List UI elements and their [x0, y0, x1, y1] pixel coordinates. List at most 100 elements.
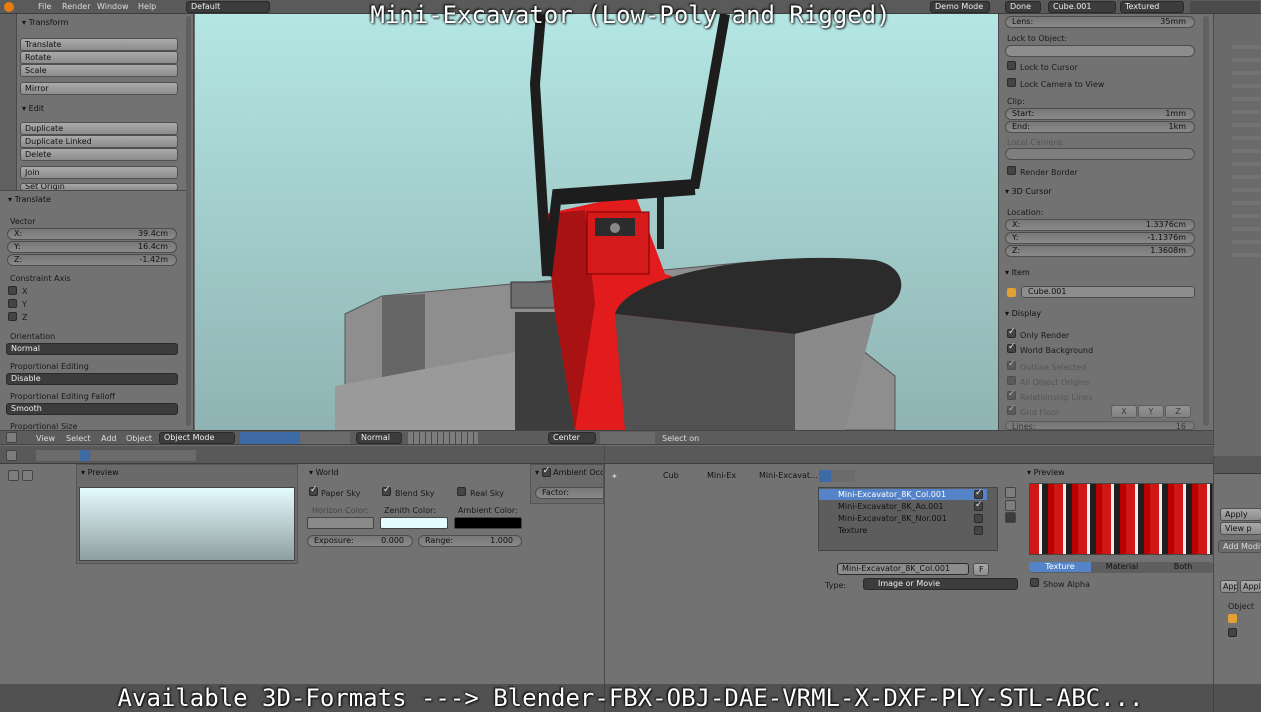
falloff-select[interactable]: Smooth: [6, 403, 178, 415]
texture-type-select[interactable]: Image or Movie: [863, 578, 1018, 590]
slot-move-up-icon[interactable]: [1005, 487, 1016, 498]
new-world-icon[interactable]: [8, 470, 19, 481]
grid-x-toggle[interactable]: X: [1111, 405, 1137, 418]
grid-floor-checkbox[interactable]: [1007, 404, 1016, 415]
world-editor-icon[interactable]: [6, 450, 17, 461]
lock-camera-checkbox[interactable]: [1007, 78, 1016, 87]
menu-add[interactable]: Add: [101, 434, 117, 443]
slot-enable-checkbox[interactable]: [974, 500, 983, 511]
texture-slot-list[interactable]: Mini-Excavator_8K_Col.001 Mini-Excavator…: [818, 487, 998, 551]
cursor-header[interactable]: ▾ 3D Cursor: [1005, 187, 1052, 196]
breadcrumb-material[interactable]: Mini-Ex: [707, 471, 736, 480]
editor-type-icon[interactable]: [6, 432, 17, 443]
world-background-checkbox[interactable]: [1007, 342, 1016, 353]
slot-enable-checkbox[interactable]: [974, 526, 983, 535]
translate-button[interactable]: Translate: [20, 38, 178, 51]
exposure-field[interactable]: Exposure: 0.000: [307, 535, 413, 547]
shading-icons[interactable]: [240, 432, 350, 444]
cursor-x-field[interactable]: X: 1.3376cm: [1005, 219, 1195, 231]
delete-button[interactable]: Delete: [20, 148, 178, 161]
operator-header[interactable]: ▾ Translate: [8, 195, 51, 204]
clip-start-field[interactable]: Start: 1mm: [1005, 108, 1195, 120]
orientation-select[interactable]: Normal: [6, 343, 178, 355]
world-context-icons[interactable]: [36, 450, 196, 461]
paper-sky-checkbox[interactable]: [309, 485, 318, 496]
texture-slot-item[interactable]: Mini-Excavator_8K_Col.001: [819, 489, 987, 500]
breadcrumb-texture[interactable]: Mini-Excavat...: [759, 471, 818, 480]
constraint-z-checkbox[interactable]: [8, 312, 17, 321]
tool-shelf-scrollbar[interactable]: [186, 16, 191, 426]
modifier-checkbox[interactable]: [1228, 628, 1237, 637]
grid-lines-field[interactable]: Lines: 16: [1005, 421, 1195, 430]
relationship-lines-checkbox[interactable]: [1007, 389, 1016, 400]
texture-preview-header[interactable]: ▾ Preview: [1027, 468, 1065, 477]
pin-icon[interactable]: ✦: [611, 472, 618, 481]
join-button[interactable]: Join: [20, 166, 178, 179]
render-border-checkbox[interactable]: [1007, 166, 1016, 175]
tab-texture[interactable]: Texture: [1029, 562, 1091, 572]
cursor-z-field[interactable]: Z: 1.3608m: [1005, 245, 1195, 257]
slot-move-down-icon[interactable]: [1005, 500, 1016, 511]
grid-y-toggle[interactable]: Y: [1138, 405, 1164, 418]
vector-z-field[interactable]: Z: -1.42m: [7, 254, 177, 266]
texture-slot-item[interactable]: Texture: [819, 525, 987, 536]
ao-checkbox[interactable]: [541, 466, 551, 477]
constraint-x-checkbox[interactable]: [8, 286, 17, 295]
transform-orientation-select[interactable]: Normal: [356, 432, 402, 444]
edit-header[interactable]: ▾ Edit: [22, 104, 44, 113]
lock-object-field[interactable]: [1005, 45, 1195, 57]
local-camera-field[interactable]: [1005, 148, 1195, 160]
ambient-color-swatch[interactable]: [454, 517, 522, 529]
zenith-color-swatch[interactable]: [380, 517, 448, 529]
scale-button[interactable]: Scale: [20, 64, 178, 77]
range-field[interactable]: Range: 1.000: [418, 535, 522, 547]
apply-small-button[interactable]: App: [1220, 580, 1238, 593]
n-panel-scrollbar[interactable]: [1203, 16, 1209, 426]
duplicate-linked-button[interactable]: Duplicate Linked: [20, 135, 178, 148]
menu-object[interactable]: Object: [126, 434, 152, 443]
tab-both[interactable]: Both: [1153, 562, 1213, 572]
clip-end-field[interactable]: End: 1km: [1005, 121, 1195, 133]
constraint-y-checkbox[interactable]: [8, 299, 17, 308]
item-name-field[interactable]: Cube.001: [1021, 286, 1195, 298]
view-button[interactable]: View p: [1220, 522, 1261, 535]
vector-y-field[interactable]: Y: 16.4cm: [7, 241, 177, 253]
duplicate-button[interactable]: Duplicate: [20, 122, 178, 135]
lock-cursor-checkbox[interactable]: [1007, 61, 1016, 70]
tab-material[interactable]: Material: [1091, 562, 1153, 572]
ao-factor-field[interactable]: Factor:: [535, 487, 603, 499]
cursor-y-field[interactable]: Y: -1.1376m: [1005, 232, 1195, 244]
world-preview-header[interactable]: ▾ Preview: [81, 468, 119, 477]
show-alpha-checkbox[interactable]: [1030, 578, 1039, 587]
breadcrumb-object[interactable]: Cub: [663, 471, 679, 480]
horizon-color-swatch[interactable]: [307, 517, 374, 529]
rotate-button[interactable]: Rotate: [20, 51, 178, 64]
slot-enable-checkbox[interactable]: [974, 488, 983, 499]
viewport-3d[interactable]: [195, 14, 998, 430]
unlink-world-icon[interactable]: [22, 470, 33, 481]
slot-remove-icon[interactable]: [1005, 512, 1016, 523]
world-panel-header[interactable]: ▾ World: [309, 468, 339, 477]
texture-slot-item[interactable]: Mini-Excavator_8K_Nor.001: [819, 513, 987, 524]
snap-icons[interactable]: [600, 432, 655, 444]
outline-selected-checkbox[interactable]: [1007, 359, 1016, 370]
item-header[interactable]: ▾ Item: [1005, 268, 1030, 277]
pivot-select[interactable]: Center: [548, 432, 596, 444]
real-sky-checkbox[interactable]: [457, 487, 466, 496]
menu-select[interactable]: Select: [66, 434, 91, 443]
fake-user-button[interactable]: F: [973, 563, 989, 576]
proportional-editing-select[interactable]: Disable: [6, 373, 178, 385]
menu-view[interactable]: View: [36, 434, 55, 443]
blend-sky-checkbox[interactable]: [382, 485, 391, 496]
all-origins-checkbox[interactable]: [1007, 376, 1016, 385]
layer-grid[interactable]: [408, 432, 478, 444]
texture-type-tabs[interactable]: [819, 470, 855, 482]
mirror-button[interactable]: Mirror: [20, 82, 178, 95]
apply-all-button[interactable]: Appl: [1240, 580, 1261, 593]
display-header[interactable]: ▾ Display: [1005, 309, 1041, 318]
vector-x-field[interactable]: X: 39.4cm: [7, 228, 177, 240]
apply-button[interactable]: Apply: [1220, 508, 1261, 521]
slot-enable-checkbox[interactable]: [974, 514, 983, 523]
texture-datablock-field[interactable]: Mini-Excavator_8K_Col.001: [837, 563, 969, 575]
ao-header[interactable]: ▾ Ambient Occlusion: [535, 466, 603, 477]
